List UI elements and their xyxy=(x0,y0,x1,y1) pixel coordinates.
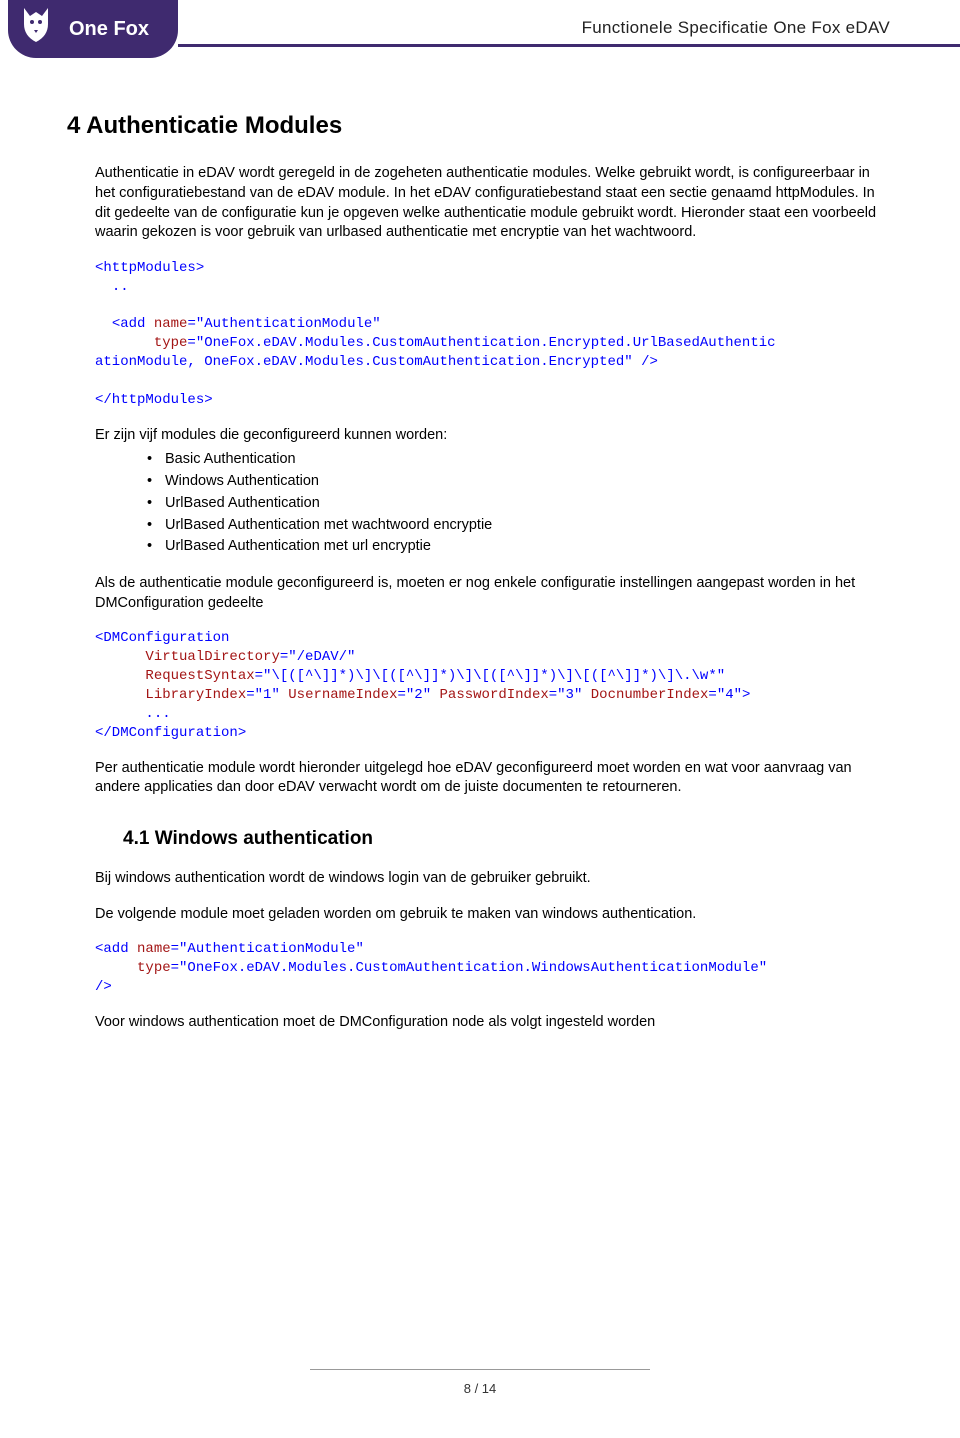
subsection-title: Windows authentication xyxy=(155,828,373,849)
per-module-para: Per authenticatie module wordt hieronder… xyxy=(95,759,885,798)
subsection-heading: 4.1 Windows authentication xyxy=(123,826,885,852)
subsection-number: 4.1 xyxy=(123,828,149,849)
page-number: 8 / 14 xyxy=(0,1381,960,1396)
sub-p1: Bij windows authentication wordt de wind… xyxy=(95,869,885,889)
list-item: UrlBased Authentication xyxy=(147,493,885,515)
list-item: UrlBased Authentication met wachtwoord e… xyxy=(147,515,885,537)
doc-title: Functionele Specificatie One Fox eDAV xyxy=(582,18,890,38)
page-content: 4 Authenticatie Modules Authenticatie in… xyxy=(95,110,885,1049)
section-title: Authenticatie Modules xyxy=(86,112,342,139)
config-note: Als de authenticatie module geconfiguree… xyxy=(95,574,885,613)
page-header: One Fox Functionele Specificatie One Fox… xyxy=(0,0,960,80)
header-rule xyxy=(178,44,960,47)
footer-rule xyxy=(310,1369,650,1370)
sub-p3: Voor windows authentication moet de DMCo… xyxy=(95,1013,885,1033)
modules-intro: Er zijn vijf modules die geconfigureerd … xyxy=(95,426,885,446)
code-dmconfiguration: <DMConfiguration VirtualDirectory="/eDAV… xyxy=(95,629,885,742)
list-item: UrlBased Authentication met url encrypti… xyxy=(147,536,885,558)
sub-p2: De volgende module moet geladen worden o… xyxy=(95,905,885,925)
module-list: Basic Authentication Windows Authenticat… xyxy=(95,449,885,558)
section-number: 4 xyxy=(67,112,80,139)
code-windows-module: <add name="AuthenticationModule" type="O… xyxy=(95,940,885,997)
section-heading: 4 Authenticatie Modules xyxy=(67,110,885,142)
fox-icon xyxy=(20,6,52,44)
list-item: Basic Authentication xyxy=(147,449,885,471)
logo-badge: One Fox xyxy=(8,0,178,58)
logo-text: One Fox xyxy=(69,18,149,41)
list-item: Windows Authentication xyxy=(147,471,885,493)
section-intro: Authenticatie in eDAV wordt geregeld in … xyxy=(95,164,885,242)
code-httpmodules: <httpModules> .. <add name="Authenticati… xyxy=(95,259,885,410)
